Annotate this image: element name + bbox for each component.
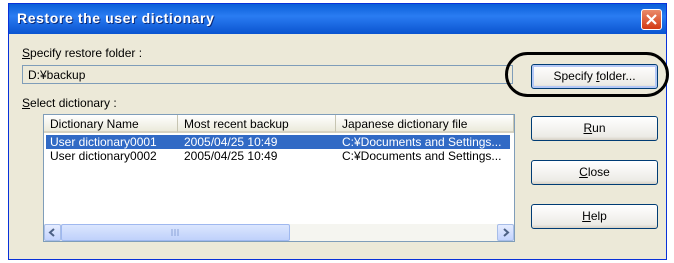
row-backup-date: 2005/04/25 10:49: [184, 135, 278, 149]
close-button[interactable]: Close: [531, 160, 658, 185]
scroll-right-button[interactable]: [497, 224, 514, 241]
column-header-dictionary-name[interactable]: Dictionary Name: [44, 115, 178, 133]
title-bar[interactable]: Restore the user dictionary: [9, 4, 666, 34]
select-dictionary-label: Select dictionary :: [22, 96, 117, 110]
column-header-japanese-dictionary-file[interactable]: Japanese dictionary file: [336, 115, 514, 133]
restore-folder-label: Specify restore folder :: [22, 46, 143, 60]
grip-icon: [171, 229, 179, 236]
table-row[interactable]: User dictionary0002 2005/04/25 10:49 C:¥…: [46, 149, 510, 163]
specify-folder-button[interactable]: Specify folder...: [531, 64, 658, 89]
row-dictionary-name: User dictionary0002: [50, 149, 157, 163]
restore-folder-field[interactable]: D:¥backup: [22, 65, 513, 84]
scrollbar-thumb[interactable]: [61, 224, 290, 241]
row-dictionary-name: User dictionary0001: [50, 135, 157, 149]
row-backup-date: 2005/04/25 10:49: [184, 149, 278, 163]
list-header: Dictionary Name Most recent backup Japan…: [44, 115, 514, 133]
row-dictionary-file: C:¥Documents and Settings...: [342, 135, 502, 149]
table-row[interactable]: User dictionary0001 2005/04/25 10:49 C:¥…: [46, 135, 510, 149]
close-icon[interactable]: [641, 9, 662, 30]
help-button[interactable]: Help: [531, 204, 658, 229]
row-dictionary-file: C:¥Documents and Settings...: [342, 149, 502, 163]
chevron-left-icon: [48, 228, 55, 237]
restore-dictionary-dialog: Restore the user dictionary Specify rest…: [8, 3, 667, 260]
chevron-right-icon: [503, 228, 510, 237]
run-button[interactable]: Run: [531, 116, 658, 141]
dictionary-list[interactable]: Dictionary Name Most recent backup Japan…: [43, 114, 515, 242]
column-header-most-recent-backup[interactable]: Most recent backup: [178, 115, 336, 133]
dialog-title: Restore the user dictionary: [17, 10, 215, 26]
scroll-left-button[interactable]: [44, 224, 61, 241]
horizontal-scrollbar[interactable]: [44, 224, 514, 241]
